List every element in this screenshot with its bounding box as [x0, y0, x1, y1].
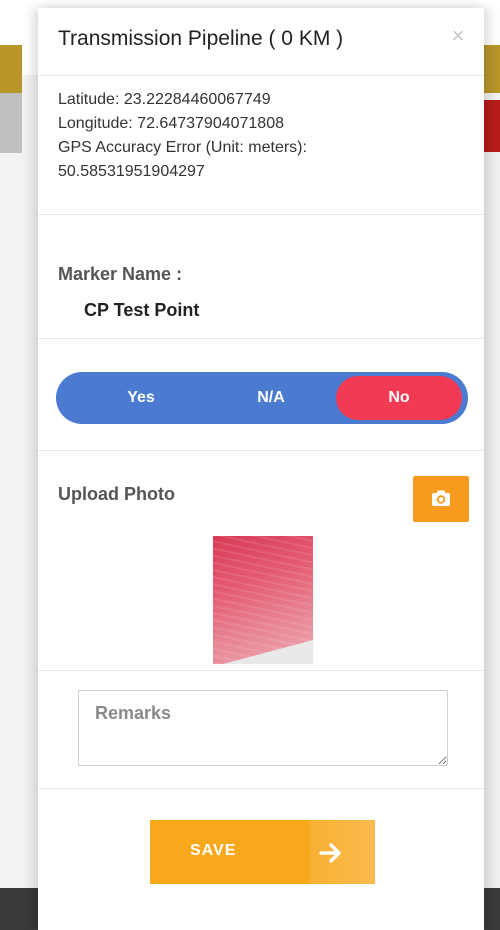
- longitude-text: Longitude: 72.64737904071808: [58, 115, 284, 132]
- background-bar-left: [0, 45, 22, 93]
- photo-corner-shade: [223, 640, 313, 664]
- close-icon[interactable]: ×: [444, 22, 472, 50]
- gps-info: Latitude: 23.22284460067749 Longitude: 7…: [38, 75, 484, 215]
- modal-header: Transmission Pipeline ( 0 KM ) ×: [38, 8, 484, 76]
- save-label: SAVE: [190, 842, 237, 859]
- upload-photo-section: Upload Photo: [38, 450, 484, 671]
- marker-modal: Transmission Pipeline ( 0 KM ) × Latitud…: [38, 8, 484, 930]
- gps-accuracy-value: 50.58531951904297: [58, 163, 205, 180]
- background-badge-right: [484, 100, 500, 152]
- toggle-option-na[interactable]: N/A: [206, 372, 336, 424]
- camera-button[interactable]: [413, 476, 469, 522]
- marker-section: Marker Name : CP Test Point: [38, 214, 484, 339]
- upload-photo-label: Upload Photo: [58, 484, 175, 504]
- save-button[interactable]: SAVE: [150, 820, 375, 884]
- status-toggle-section: Yes N/A No: [38, 338, 484, 451]
- camera-icon: [432, 490, 450, 506]
- background-panel-left: [0, 93, 22, 153]
- photo-thumbnail[interactable]: [213, 536, 313, 664]
- remarks-input[interactable]: [78, 690, 448, 766]
- marker-name-value: CP Test Point: [84, 300, 200, 320]
- modal-title: Transmission Pipeline ( 0 KM ): [58, 27, 344, 50]
- toggle-option-yes[interactable]: Yes: [86, 372, 196, 424]
- status-toggle: Yes N/A No: [56, 372, 468, 424]
- marker-name-label: Marker Name :: [58, 264, 183, 284]
- background-bar-right: [484, 45, 500, 93]
- gps-accuracy-label: GPS Accuracy Error (Unit: meters):: [58, 139, 307, 156]
- arrow-right-icon: [319, 843, 341, 863]
- toggle-option-no[interactable]: No: [336, 376, 462, 420]
- latitude-text: Latitude: 23.22284460067749: [58, 91, 271, 108]
- remarks-section: [38, 670, 484, 789]
